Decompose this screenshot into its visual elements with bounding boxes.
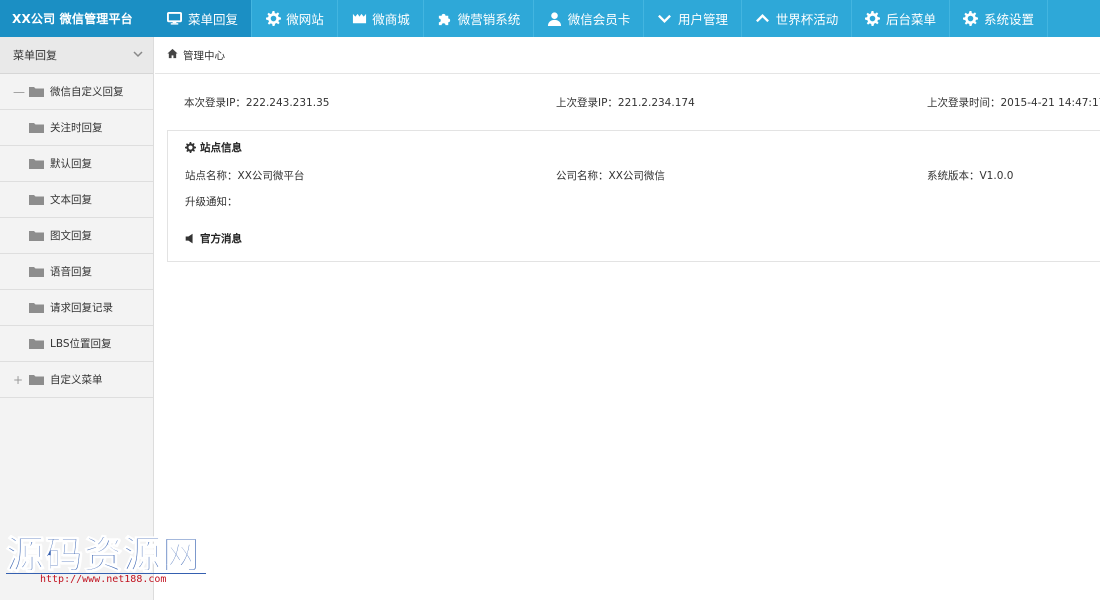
folder-icon xyxy=(29,194,44,205)
folder-icon xyxy=(29,158,44,169)
gear-icon xyxy=(185,142,196,153)
gear-icon xyxy=(865,11,881,27)
top-navigation-bar: XX公司 微信管理平台 菜单回复 微网站 微商城 微营销系统 微信会员卡 用户管… xyxy=(0,0,1100,37)
sidebar-item[interactable]: 文本回复 xyxy=(0,182,153,218)
folder-icon xyxy=(29,302,44,313)
nav-item-member-card[interactable]: 微信会员卡 xyxy=(534,0,644,37)
shop-icon xyxy=(351,11,367,27)
gear-icon xyxy=(265,11,281,27)
monitor-icon xyxy=(167,11,183,27)
sidebar-item-label: 语音回复 xyxy=(50,266,92,278)
breadcrumb-label[interactable]: 管理中心 xyxy=(183,48,225,63)
nav-label: 系统设置 xyxy=(983,12,1034,27)
folder-icon xyxy=(29,86,44,97)
breadcrumb: 管理中心 xyxy=(155,37,1100,74)
nav-item-marketing[interactable]: 微营销系统 xyxy=(424,0,534,37)
sidebar-header-label: 菜单回复 xyxy=(13,49,57,62)
site-info-title: 站点信息 xyxy=(185,140,242,155)
folder-icon xyxy=(29,122,44,133)
nav-label: 微商城 xyxy=(372,12,410,27)
folder-icon xyxy=(29,338,44,349)
nav-label: 用户管理 xyxy=(677,12,728,27)
nav-label: 微信会员卡 xyxy=(567,12,631,27)
sidebar-item-label: 默认回复 xyxy=(50,158,92,170)
last-login-time: 上次登录时间：2015-4-21 14:47:17 xyxy=(927,97,1100,109)
sidebar-item-label: 图文回复 xyxy=(50,230,92,242)
watermark-logo-text: 源码资源网 xyxy=(6,532,202,577)
official-news-title-text: 官方消息 xyxy=(200,233,242,245)
sidebar-item-label: LBS位置回复 xyxy=(50,338,112,350)
chevron-up-icon xyxy=(755,11,771,27)
nav-item-worldcup[interactable]: 世界杯活动 xyxy=(742,0,852,37)
official-news-title: 官方消息 xyxy=(185,231,242,246)
sidebar-item[interactable]: 语音回复 xyxy=(0,254,153,290)
site-name: 站点名称：XX公司微平台 xyxy=(185,170,305,182)
upgrade-notice: 升级通知： xyxy=(185,196,238,208)
sidebar-item-label: 微信自定义回复 xyxy=(50,86,124,98)
expand-icon[interactable]: + xyxy=(13,374,23,386)
nav-item-backend-menu[interactable]: 后台菜单 xyxy=(852,0,950,37)
main-content: 管理中心 本次登录IP：222.243.231.35 上次登录IP：221.2.… xyxy=(155,37,1100,600)
sidebar-list: — 微信自定义回复 关注时回复默认回复文本回复图文回复语音回复请求回复记录 LBS位置… xyxy=(0,74,153,398)
watermark: 源码资源网 http://www.net188.com xyxy=(6,532,206,585)
sidebar-item[interactable]: — 微信自定义回复 xyxy=(0,74,153,110)
sidebar: 菜单回复 — 微信自定义回复 关注时回复默认回复文本回复图文回复语音回复请求回复记录… xyxy=(0,37,154,600)
sidebar-item[interactable]: 关注时回复 xyxy=(0,110,153,146)
sidebar-item-label: 文本回复 xyxy=(50,194,92,206)
nav-item-micro-site[interactable]: 微网站 xyxy=(252,0,338,37)
folder-icon xyxy=(29,374,44,385)
current-login-ip: 本次登录IP：222.243.231.35 xyxy=(184,97,330,109)
nav-label: 后台菜单 xyxy=(885,12,936,27)
system-version: 系统版本：V1.0.0 xyxy=(927,170,1014,182)
main-nav: 菜单回复 微网站 微商城 微营销系统 微信会员卡 用户管理 世界杯活动 后台菜单… xyxy=(154,0,1048,37)
nav-label: 世界杯活动 xyxy=(775,12,839,27)
nav-label: 菜单回复 xyxy=(187,12,238,27)
site-info-title-text: 站点信息 xyxy=(200,142,242,154)
brand-title[interactable]: XX公司 微信管理平台 xyxy=(0,0,154,37)
sidebar-item[interactable]: 默认回复 xyxy=(0,146,153,182)
sidebar-item-label: 关注时回复 xyxy=(50,122,103,134)
home-icon[interactable] xyxy=(167,48,183,62)
sidebar-item-label: 请求回复记录 xyxy=(50,302,113,314)
gear-icon xyxy=(963,11,979,27)
nav-item-user-management[interactable]: 用户管理 xyxy=(644,0,742,37)
sidebar-header[interactable]: 菜单回复 xyxy=(0,37,153,74)
sidebar-item[interactable]: 请求回复记录 xyxy=(0,290,153,326)
nav-label: 微网站 xyxy=(286,12,324,27)
company-name: 公司名称：XX公司微信 xyxy=(556,170,665,182)
chevron-down-icon xyxy=(657,11,673,27)
chevron-down-icon[interactable] xyxy=(133,49,143,62)
sidebar-item-label: 自定义菜单 xyxy=(50,374,103,386)
sidebar-item[interactable]: LBS位置回复 xyxy=(0,326,153,362)
nav-item-system-settings[interactable]: 系统设置 xyxy=(950,0,1048,37)
site-info-panel: 站点信息 站点名称：XX公司微平台 公司名称：XX公司微信 系统版本：V1.0.… xyxy=(167,130,1100,262)
nav-item-micro-shop[interactable]: 微商城 xyxy=(338,0,424,37)
last-login-ip: 上次登录IP：221.2.234.174 xyxy=(556,97,695,109)
sidebar-item[interactable]: + 自定义菜单 xyxy=(0,362,153,398)
nav-label: 微营销系统 xyxy=(457,12,521,27)
folder-icon xyxy=(29,266,44,277)
collapse-icon[interactable]: — xyxy=(13,86,25,98)
folder-icon xyxy=(29,230,44,241)
sidebar-item[interactable]: 图文回复 xyxy=(0,218,153,254)
puzzle-icon xyxy=(437,11,453,27)
nav-item-menu-reply[interactable]: 菜单回复 xyxy=(154,0,252,37)
speaker-icon xyxy=(185,233,193,244)
user-icon xyxy=(547,11,563,27)
